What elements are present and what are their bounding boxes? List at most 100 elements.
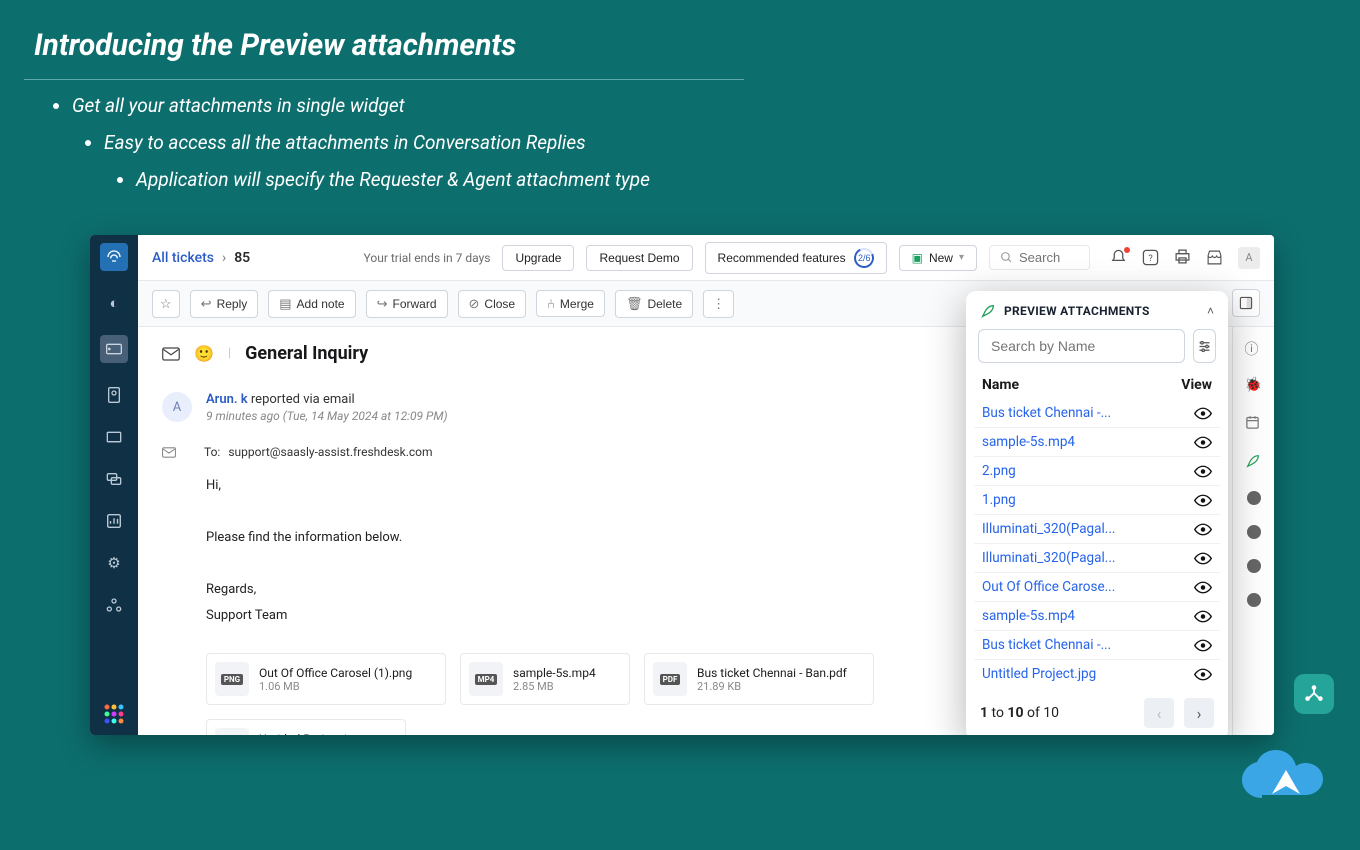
info-icon[interactable]: ⓘ [1245, 339, 1263, 357]
preview-row: sample-5s.mp4 [974, 602, 1220, 631]
marketplace-icon[interactable] [1206, 249, 1224, 267]
nav-dashboard-icon[interactable]: ◐ [104, 293, 124, 313]
nav-solutions-icon[interactable] [104, 427, 124, 447]
breadcrumb[interactable]: All tickets › 85 [152, 250, 250, 266]
ticket-content: 🙂 | General Inquiry A Arun. k reported v… [138, 327, 1027, 735]
eye-icon[interactable] [1194, 581, 1212, 594]
add-note-button[interactable]: ▤Add note [268, 290, 355, 318]
eye-icon[interactable] [1194, 523, 1212, 536]
breadcrumb-root[interactable]: All tickets [152, 250, 214, 266]
chevron-right-icon: › [222, 250, 226, 266]
new-button[interactable]: ▣ New ▾ [899, 245, 977, 271]
breadcrumb-id: 85 [234, 250, 250, 266]
grey-dot-icon[interactable] [1247, 559, 1261, 573]
preview-row: sample-5s.mp4 [974, 428, 1220, 457]
note-icon: ▤ [279, 296, 291, 312]
preview-search-input[interactable] [978, 329, 1185, 363]
attachment-card[interactable]: PDF Bus ticket Chennai - Ban.pdf21.89 KB [644, 653, 874, 705]
eye-icon[interactable] [1194, 639, 1212, 652]
progress-ring-icon: 2/6 [851, 245, 877, 271]
message-body: Hi, Please find the information below. R… [206, 473, 1007, 629]
reply-icon: ↩ [201, 296, 212, 312]
preview-row: Illuminati_320(Pagal... [974, 544, 1220, 573]
eye-icon[interactable] [1194, 494, 1212, 507]
upgrade-button[interactable]: Upgrade [502, 245, 574, 271]
forward-button[interactable]: ↪Forward [366, 290, 448, 318]
eye-icon[interactable] [1194, 668, 1212, 681]
nav-analytics-icon[interactable] [104, 511, 124, 531]
attachment-size: 1.06 MB [259, 680, 412, 693]
eye-icon[interactable] [1194, 552, 1212, 565]
eye-icon[interactable] [1194, 465, 1212, 478]
preview-item-name[interactable]: Out Of Office Carose... [982, 579, 1115, 595]
left-nav: ◐ ⚙ [90, 235, 138, 735]
sender-name[interactable]: Arun. k [206, 392, 248, 407]
nav-apps-grid-icon[interactable] [103, 703, 125, 725]
calendar-icon[interactable] [1245, 415, 1263, 433]
request-demo-button[interactable]: Request Demo [586, 245, 692, 271]
profile-avatar[interactable]: A [1238, 247, 1260, 269]
print-icon[interactable] [1174, 249, 1192, 267]
expand-panel-button[interactable] [1232, 289, 1260, 317]
star-button[interactable]: ☆ [152, 290, 180, 318]
preview-item-name[interactable]: Bus ticket Chennai -... [982, 405, 1111, 421]
from-line: Arun. k reported via email [206, 392, 1007, 407]
nav-tickets-icon[interactable] [100, 335, 128, 363]
preview-row: 1.png [974, 486, 1220, 515]
recommended-features-button[interactable]: Recommended features 2/6 [705, 242, 887, 274]
delete-button[interactable]: 🗑Delete [615, 290, 693, 318]
merge-button[interactable]: ⑃Merge [536, 290, 605, 317]
eye-icon[interactable] [1194, 610, 1212, 623]
sliders-icon [1197, 340, 1212, 353]
preview-item-name[interactable]: Bus ticket Chennai -... [982, 637, 1111, 653]
more-actions-button[interactable]: ⋮ [703, 290, 734, 318]
forward-icon: ↪ [377, 296, 388, 312]
pager-next-button[interactable]: › [1184, 698, 1214, 728]
close-button[interactable]: ⊘Close [458, 290, 527, 318]
preview-item-name[interactable]: 2.png [982, 463, 1016, 479]
bug-orange-icon[interactable]: 🐞 [1245, 377, 1263, 395]
search-input[interactable] [1019, 250, 1079, 265]
plus-icon: ▣ [912, 251, 923, 265]
preview-item-name[interactable]: sample-5s.mp4 [982, 608, 1075, 624]
preview-item-name[interactable]: 1.png [982, 492, 1016, 508]
inline-attachments: PNG Out Of Office Carosel (1).png1.06 MB… [206, 653, 1007, 735]
attachment-name: sample-5s.mp4 [513, 666, 596, 680]
slide-title: Introducing the Preview attachments [0, 0, 1360, 73]
preview-item-name[interactable]: Illuminati_320(Pagal... [982, 550, 1115, 566]
nav-admin-icon[interactable]: ⚙ [104, 553, 124, 573]
grey-dot-icon[interactable] [1247, 525, 1261, 539]
preview-row: Bus ticket Chennai -... [974, 631, 1220, 660]
grey-dot-icon[interactable] [1247, 593, 1261, 607]
eye-icon[interactable] [1194, 436, 1212, 449]
search-input-wrap[interactable] [989, 245, 1090, 270]
attachment-card[interactable]: PNG Out Of Office Carosel (1).png1.06 MB [206, 653, 446, 705]
preview-filter-button[interactable] [1193, 329, 1216, 363]
help-icon[interactable]: ? [1142, 249, 1160, 267]
eye-icon[interactable] [1194, 407, 1212, 420]
nav-org-icon[interactable] [104, 595, 124, 615]
preview-item-name[interactable]: sample-5s.mp4 [982, 434, 1075, 450]
notifications-icon[interactable] [1110, 249, 1128, 267]
recommended-label: Recommended features [718, 251, 846, 265]
helpdesk-app: ◐ ⚙ All tickets › 85 Your tria [90, 235, 1274, 735]
nav-home-icon[interactable] [100, 243, 128, 271]
reply-button[interactable]: ↩Reply [190, 290, 259, 318]
svg-text:?: ? [1148, 253, 1152, 264]
attachment-card[interactable]: JPG Untitled Project.jpg286.36 KB [206, 719, 406, 735]
attachment-card[interactable]: MP4 sample-5s.mp42.85 MB [460, 653, 630, 705]
preview-item-name[interactable]: Illuminati_320(Pagal... [982, 521, 1115, 537]
slide-bullets: Get all your attachments in single widge… [0, 94, 1360, 191]
feather-icon[interactable] [1245, 453, 1263, 471]
attachment-name: Out Of Office Carosel (1).png [259, 666, 412, 680]
pager-prev-button[interactable]: ‹ [1144, 698, 1174, 728]
grey-dot-icon[interactable] [1247, 491, 1261, 505]
preview-item-name[interactable]: Untitled Project.jpg [982, 666, 1096, 682]
search-icon [1000, 251, 1013, 264]
preview-row: Illuminati_320(Pagal... [974, 515, 1220, 544]
nav-contacts-icon[interactable] [104, 385, 124, 405]
collapse-icon[interactable]: ˄ [1207, 304, 1214, 318]
nav-chat-icon[interactable] [104, 469, 124, 489]
col-view: View [1181, 377, 1212, 393]
fab-apps-icon[interactable] [1294, 674, 1334, 714]
